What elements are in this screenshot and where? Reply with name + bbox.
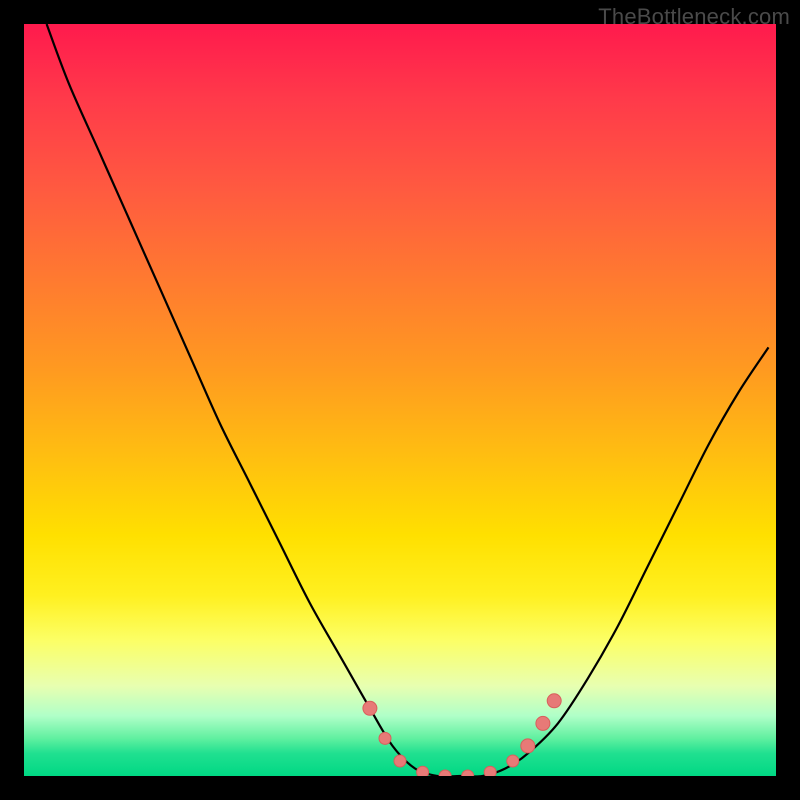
curve-markers <box>363 694 561 776</box>
curve-svg <box>24 24 776 776</box>
curve-marker <box>439 770 451 776</box>
curve-marker <box>547 694 561 708</box>
watermark-text: TheBottleneck.com <box>598 4 790 30</box>
curve-marker <box>484 766 496 776</box>
curve-marker <box>536 716 550 730</box>
chart-frame: TheBottleneck.com <box>0 0 800 800</box>
bottleneck-curve <box>47 24 769 776</box>
curve-marker <box>379 732 391 744</box>
curve-marker <box>507 755 519 767</box>
curve-marker <box>462 770 474 776</box>
curve-marker <box>521 739 535 753</box>
curve-marker <box>394 755 406 767</box>
curve-marker <box>363 701 377 715</box>
curve-marker <box>417 766 429 776</box>
